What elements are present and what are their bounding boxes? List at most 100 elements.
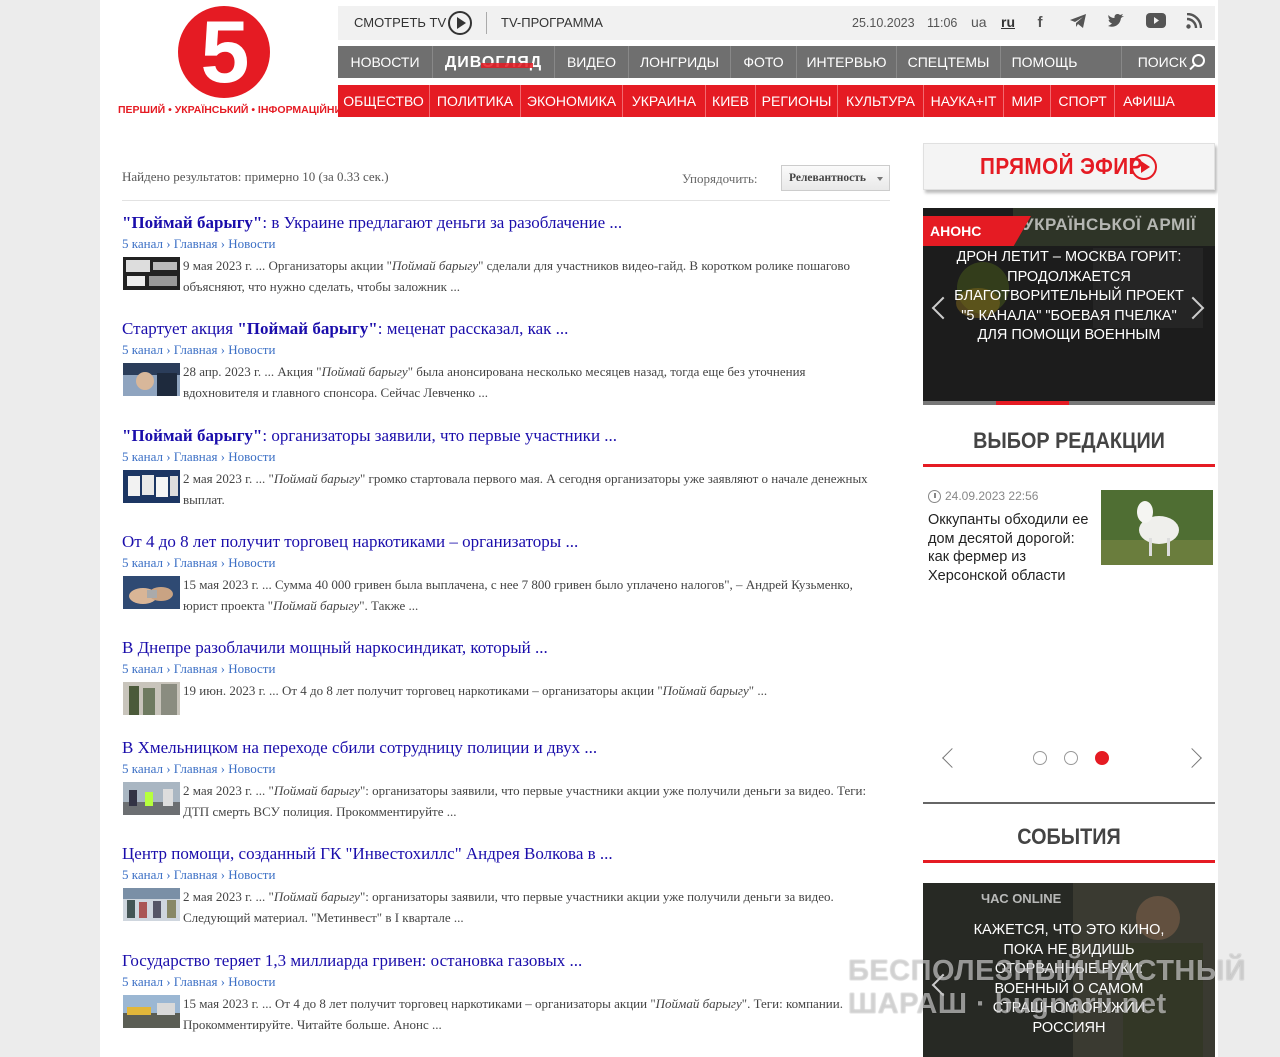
slider-progress <box>923 401 1215 405</box>
pagination-dot[interactable] <box>1064 751 1078 765</box>
item-thumbnail[interactable] <box>1101 490 1213 565</box>
search-result: Центр помощи, созданный ГК "Инвестохиллс… <box>122 844 882 929</box>
divogliad-accent <box>481 63 533 68</box>
cat-afisha[interactable]: АФИША <box>1115 85 1183 117</box>
sort-select[interactable]: Релевантность <box>781 165 890 191</box>
result-breadcrumb[interactable]: 5 канал › Главная › Новости <box>122 448 882 466</box>
result-thumbnail[interactable] <box>123 257 180 290</box>
search-button[interactable]: ПОИСК <box>1138 46 1187 78</box>
chevron-down-icon <box>877 177 883 181</box>
rss-icon[interactable] <box>1184 12 1204 33</box>
chevron-left-icon[interactable] <box>942 748 962 768</box>
result-thumbnail[interactable] <box>123 470 180 503</box>
pagination-dot-active[interactable] <box>1095 751 1109 765</box>
result-title-link[interactable]: В Хмельницком на переходе сбили сотрудни… <box>122 738 882 758</box>
search-result: От 4 до 8 лет получит торговец наркотика… <box>122 532 882 617</box>
cat-world[interactable]: МИР <box>1004 85 1051 117</box>
result-breadcrumb[interactable]: 5 канал › Главная › Новости <box>122 660 882 678</box>
facebook-icon[interactable]: f <box>1030 13 1050 33</box>
editors-pagination <box>923 745 1215 771</box>
play-icon[interactable] <box>448 11 472 35</box>
result-thumbnail[interactable] <box>123 888 180 921</box>
nav-help[interactable]: ПОМОЩЬ <box>1001 46 1088 78</box>
nav-special-topics[interactable]: СПЕЦТЕМЫ <box>897 46 1001 78</box>
events-headline[interactable]: Кажется, что это кино, пока не видишь от… <box>963 921 1175 1038</box>
tv-program-link[interactable]: TV-ПРОГРАММА <box>501 6 603 40</box>
search-icon[interactable] <box>1192 54 1205 67</box>
result-breadcrumb[interactable]: 5 канал › Главная › Новости <box>122 760 882 778</box>
search-result: Стартует акция "Поймай барыгу": меценат … <box>122 319 882 404</box>
search-result: В Днепре разоблачили мощный наркосиндика… <box>122 638 882 723</box>
cat-ukraine[interactable]: УКРАИНА <box>623 85 706 117</box>
nav-news[interactable]: НОВОСТИ <box>338 46 433 78</box>
cat-politics[interactable]: ПОЛИТИКА <box>430 85 521 117</box>
current-time: 11:06 <box>927 16 958 30</box>
telegram-icon[interactable] <box>1068 13 1088 33</box>
item-title[interactable]: Оккупанты обходили ее дом десятой дорого… <box>928 511 1093 585</box>
play-icon <box>1131 154 1157 180</box>
result-title-link[interactable]: "Поймай барыгу": организаторы заявили, ч… <box>122 426 882 446</box>
cat-science-it[interactable]: НАУКА+IT <box>924 85 1004 117</box>
announce-headline[interactable]: Дрон летит – Москва горит: продолжается … <box>953 248 1185 346</box>
logo-tagline: ПЕРШИЙ • УКРАЇНСЬКИЙ • ІНФОРМАЦІЙНИЙ <box>118 104 350 116</box>
nav-longreads[interactable]: ЛОНГРИДЫ <box>629 46 731 78</box>
result-breadcrumb[interactable]: 5 канал › Главная › Новости <box>122 235 882 253</box>
pagination-dot[interactable] <box>1033 751 1047 765</box>
top-utility-bar: СМОТРЕТЬ TV TV-ПРОГРАММА 25.10.2023 11:0… <box>338 6 1215 40</box>
result-title-link[interactable]: "Поймай барыгу": в Украине предлагают де… <box>122 213 882 233</box>
site-logo[interactable]: 5 ПЕРШИЙ • УКРАЇНСЬКИЙ • ІНФОРМАЦІЙНИЙ <box>118 2 350 124</box>
nav-interview[interactable]: ИНТЕРВЬЮ <box>797 46 897 78</box>
editors-choice-item[interactable]: 24.09.2023 22:56 Оккупанты обходили ее д… <box>923 489 1215 599</box>
result-breadcrumb[interactable]: 5 канал › Главная › Новости <box>122 554 882 572</box>
result-title-link[interactable]: От 4 до 8 лет получит торговец наркотика… <box>122 532 882 552</box>
result-thumbnail[interactable] <box>123 682 180 715</box>
result-breadcrumb[interactable]: 5 канал › Главная › Новости <box>122 973 882 991</box>
result-breadcrumb[interactable]: 5 канал › Главная › Новости <box>122 341 882 359</box>
editors-choice-heading: ВЫБОР РЕДАКЦИИ <box>973 428 1165 453</box>
results-divider <box>122 200 890 201</box>
topbar-divider <box>486 12 487 34</box>
result-thumbnail[interactable] <box>123 782 180 815</box>
cat-society[interactable]: ОБЩЕСТВО <box>338 85 430 117</box>
nav-photo[interactable]: ФОТО <box>731 46 797 78</box>
sort-value: Релевантность <box>789 172 866 184</box>
cat-economy[interactable]: ЭКОНОМИКА <box>521 85 623 117</box>
slider-progress-active <box>996 401 1069 405</box>
result-title-link[interactable]: Стартует акция "Поймай барыгу": меценат … <box>122 319 882 339</box>
result-snippet: 15 мая 2023 г. ... Сумма 40 000 гривен б… <box>183 577 853 613</box>
lang-ru-link[interactable]: ru <box>1001 6 1015 38</box>
result-thumbnail[interactable] <box>123 995 180 1028</box>
result-title-link[interactable]: В Днепре разоблачили мощный наркосиндика… <box>122 638 882 658</box>
result-thumbnail[interactable] <box>123 576 180 609</box>
announce-badge: АНОНС <box>923 216 1031 246</box>
current-date: 25.10.2023 <box>852 16 915 30</box>
result-title-link[interactable]: Государство теряет 1,3 миллиарда гривен:… <box>122 951 882 971</box>
live-label: ПРЯМОЙ ЭФИР <box>980 153 1143 179</box>
section-underline <box>923 464 1215 467</box>
live-stream-button[interactable]: ПРЯМОЙ ЭФИР <box>923 143 1215 190</box>
clock-icon <box>928 490 941 503</box>
youtube-icon[interactable] <box>1146 13 1166 33</box>
search-result: В Хмельницком на переходе сбили сотрудни… <box>122 738 882 823</box>
chevron-right-icon[interactable] <box>1182 748 1202 768</box>
twitter-icon[interactable] <box>1106 13 1126 33</box>
cat-regions[interactable]: РЕГИОНЫ <box>756 85 838 117</box>
result-snippet: 9 мая 2023 г. ... Организаторы акции "По… <box>183 258 850 294</box>
cat-sport[interactable]: СПОРТ <box>1051 85 1115 117</box>
logo-digit: 5 <box>200 2 250 101</box>
nav-divogliad[interactable]: ДИВОГЛЯД <box>433 46 555 78</box>
result-snippet: 15 мая 2023 г. ... От 4 до 8 лет получит… <box>183 996 843 1032</box>
result-snippet: 2 мая 2023 г. ... "Поймай барыгу": орган… <box>183 783 867 819</box>
events-slider[interactable]: ЧАС ONLINE Кажется, что это кино, пока н… <box>923 883 1215 1057</box>
result-thumbnail[interactable] <box>123 363 180 396</box>
nav-video[interactable]: ВИДЕО <box>555 46 629 78</box>
results-count: Найдено результатов: примерно 10 (за 0.3… <box>122 169 389 184</box>
announce-slider[interactable]: УКРАЇНСЬКОЇ АРМІЇ АНОНС Дрон летит – Мос… <box>923 208 1215 405</box>
category-navigation: ОБЩЕСТВО ПОЛИТИКА ЭКОНОМИКА УКРАИНА КИЕВ… <box>338 85 1215 117</box>
cat-culture[interactable]: КУЛЬТУРА <box>838 85 924 117</box>
lang-ua-link[interactable]: ua <box>971 6 987 38</box>
cat-kyiv[interactable]: КИЕВ <box>706 85 756 117</box>
watch-tv-link[interactable]: СМОТРЕТЬ TV <box>354 6 446 40</box>
result-breadcrumb[interactable]: 5 канал › Главная › Новости <box>122 866 882 884</box>
result-title-link[interactable]: Центр помощи, созданный ГК "Инвестохиллс… <box>122 844 882 864</box>
